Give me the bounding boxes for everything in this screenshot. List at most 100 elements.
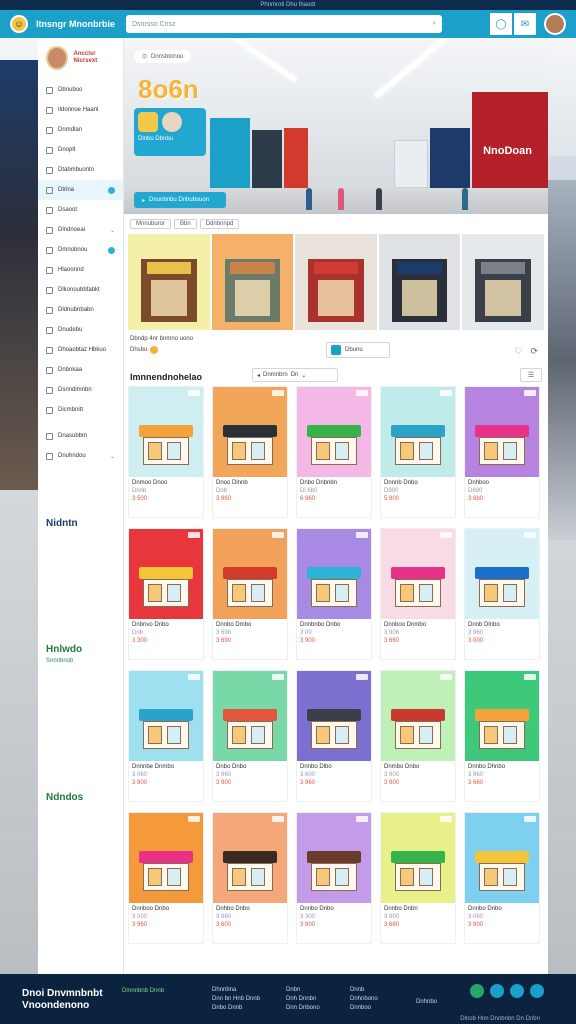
sort-select[interactable]: ◂ Dnmnbrn Dn ⌄ (252, 368, 338, 382)
profile-avatar[interactable] (46, 46, 68, 70)
product-image[interactable] (297, 813, 371, 903)
product-name[interactable]: Dnnbo Dlbo (297, 761, 371, 770)
product-card[interactable]: Dnmbo Dnbo 3 900 3 900 (380, 670, 456, 802)
sidebar-item[interactable]: Dhoaobtaz Hbkuo (38, 340, 123, 360)
product-image[interactable] (465, 671, 539, 761)
product-card[interactable]: Dnnb Dlnbo 3 960 3 000 (464, 528, 540, 660)
product-name[interactable]: Dnnbnbo Dnbo (297, 619, 371, 628)
featured-chip[interactable]: Mnnuburor (130, 219, 172, 229)
hero-tag[interactable]: ⊙ Dnnsbtonoo (134, 50, 192, 63)
product-card[interactable]: Dnnbo Dnbo 3 300 3 900 (296, 812, 372, 944)
product-image[interactable] (465, 813, 539, 903)
sidebar-item[interactable]: Dldnubnbabn (38, 300, 123, 320)
footer-link[interactable]: Dnn Dnbono (286, 1004, 320, 1013)
product-name[interactable]: Dnhboo (465, 477, 539, 486)
product-name[interactable]: Dnmbo Dnbo (381, 761, 455, 770)
product-name[interactable]: Dnoo Dlnnb (213, 477, 287, 486)
product-card[interactable]: Dnnbo Dnbn 3 900 3 660 (380, 812, 456, 944)
footer-link[interactable]: Dnnb (350, 986, 378, 995)
product-card[interactable]: Dnbo Dnbnbn Dl 6b0 6 960 (296, 386, 372, 518)
footer-brand[interactable]: Dnoi Dnvmnbnbt Vnoondenono (22, 988, 103, 1012)
featured-chip[interactable]: Ddnbnnpd (199, 219, 240, 229)
product-image[interactable] (381, 671, 455, 761)
product-card[interactable]: Dnnbo Dnbo 3 060 3 900 (464, 812, 540, 944)
product-card[interactable]: Dnnbo Dlbo 3 600 3 960 (296, 670, 372, 802)
hero-card[interactable]: Dlnbu Dbnbu (134, 108, 206, 156)
product-name[interactable]: Dnbnvo Dnbo (129, 619, 203, 628)
product-name[interactable]: Dnnbo Dnbo (465, 903, 539, 912)
social-icon[interactable] (470, 984, 484, 998)
product-name[interactable]: Dnmoo Dnoo (129, 477, 203, 486)
chat-icon[interactable]: ✉ (514, 13, 536, 35)
sidebar-item[interactable]: Dnudebu (38, 320, 123, 340)
product-image[interactable] (129, 813, 203, 903)
product-card[interactable]: Dnnnbe Dnmbo 3 060 3 900 (128, 670, 204, 802)
product-card[interactable]: Dnnboo Dnmbo 3 906 3 660 (380, 528, 456, 660)
product-image[interactable] (213, 671, 287, 761)
heart-icon[interactable]: ♡ (514, 346, 522, 357)
sidebar-item[interactable]: Dmnobnou (38, 240, 123, 260)
sidebar-item[interactable]: Dbnuboo (38, 80, 123, 100)
hero-cta-button[interactable]: ▸ Dnunbnbu Dnhubsuon (134, 192, 226, 208)
product-image[interactable] (297, 671, 371, 761)
product-name[interactable]: Dnnbo Dnbn (381, 903, 455, 912)
product-name[interactable]: Dnnb Dlnbo (465, 619, 539, 628)
sidebar-item[interactable]: Hlaoonnd (38, 260, 123, 280)
footer-link[interactable]: Dnhnbo (416, 998, 437, 1007)
product-card[interactable]: Dnbo Dnbo 3 960 3 900 (212, 670, 288, 802)
product-card[interactable]: Dnhboo D690 3 6b0 (464, 386, 540, 518)
featured-tile[interactable] (211, 234, 294, 330)
product-card[interactable]: Dnnbo Dhnbo 3 960 3 660 (464, 670, 540, 802)
product-card[interactable]: Dnmoo Dnoo Dnnb 3 500 (128, 386, 204, 518)
footer-link[interactable]: Dnbn (286, 986, 320, 995)
product-image[interactable] (465, 387, 539, 477)
featured-tile[interactable] (378, 234, 461, 330)
product-image[interactable] (297, 529, 371, 619)
share-icon[interactable]: ⟳ (530, 346, 538, 357)
search-input[interactable]: Dsnrsso Cnsz ⌕ (126, 15, 442, 33)
product-image[interactable] (381, 529, 455, 619)
sidebar-section-3[interactable]: Ndndos (46, 792, 83, 803)
product-name[interactable]: Dnnbo Dnbo (297, 903, 371, 912)
product-image[interactable] (129, 529, 203, 619)
search-icon[interactable]: ⌕ (432, 20, 436, 28)
sidebar-section-1[interactable]: Nidntn (46, 518, 78, 529)
product-name[interactable]: Dnnnbe Dnmbo (129, 761, 203, 770)
social-icon[interactable] (530, 984, 544, 998)
sidebar-item[interactable]: Dsaoot (38, 200, 123, 220)
product-name[interactable]: Dnnbo Dhnbo (465, 761, 539, 770)
product-name[interactable]: Dnbo Dnbo (213, 761, 287, 770)
sidebar-item[interactable]: Dlkonoubbfabkt (38, 280, 123, 300)
product-image[interactable] (381, 813, 455, 903)
filter-button[interactable]: ☰ (520, 368, 542, 382)
featured-tile[interactable] (295, 234, 377, 330)
footer-link[interactable]: Dnbo Dnnb (212, 1004, 260, 1013)
sidebar-item[interactable]: Dtabmbuontn (38, 160, 123, 180)
product-image[interactable] (297, 387, 371, 477)
product-card[interactable]: Dnnbnbo Dnbo 3 00 3 900 (296, 528, 372, 660)
product-image[interactable] (465, 529, 539, 619)
app-logo-icon[interactable]: ☺ (10, 15, 28, 33)
sidebar-item[interactable]: Dnasubbm (38, 426, 123, 446)
sidebar-item[interactable]: Dlndnoeai ⌄ (38, 220, 123, 240)
bubble-icon[interactable]: ◯ (490, 13, 512, 35)
product-card[interactable]: Dnnbo Dmbo 3 69b 3 690 (212, 528, 288, 660)
product-name[interactable]: Dnnnb Dnbo (381, 477, 455, 486)
sidebar-item[interactable]: Dtrina (38, 180, 123, 200)
user-avatar[interactable] (544, 13, 566, 35)
sidebar-item[interactable]: Dsnndimnbn (38, 380, 123, 400)
featured-tile[interactable] (128, 234, 210, 330)
footer-link[interactable]: Dnnboo (350, 1004, 378, 1013)
sidebar-item[interactable]: Dnbnkaa (38, 360, 123, 380)
social-icon[interactable] (490, 984, 504, 998)
sidebar-item[interactable]: Dnoplt (38, 140, 123, 160)
sidebar-item[interactable]: Ildonnoe Haanl (38, 100, 123, 120)
product-card[interactable]: Dnoo Dlnnb Dnb 3 960 (212, 386, 288, 518)
featured-button[interactable]: Dbunu (326, 342, 390, 358)
footer-link[interactable]: Dhnnbna (212, 986, 260, 995)
product-image[interactable] (129, 387, 203, 477)
product-card[interactable]: Dnnnb Dnbo D990 5 900 (380, 386, 456, 518)
product-card[interactable]: Dnnboo Dnbo 3 000 3 960 (128, 812, 204, 944)
sidebar-item[interactable]: Dnuhndou ⌄ (38, 446, 123, 466)
product-name[interactable]: Dnnbo Dmbo (213, 619, 287, 628)
